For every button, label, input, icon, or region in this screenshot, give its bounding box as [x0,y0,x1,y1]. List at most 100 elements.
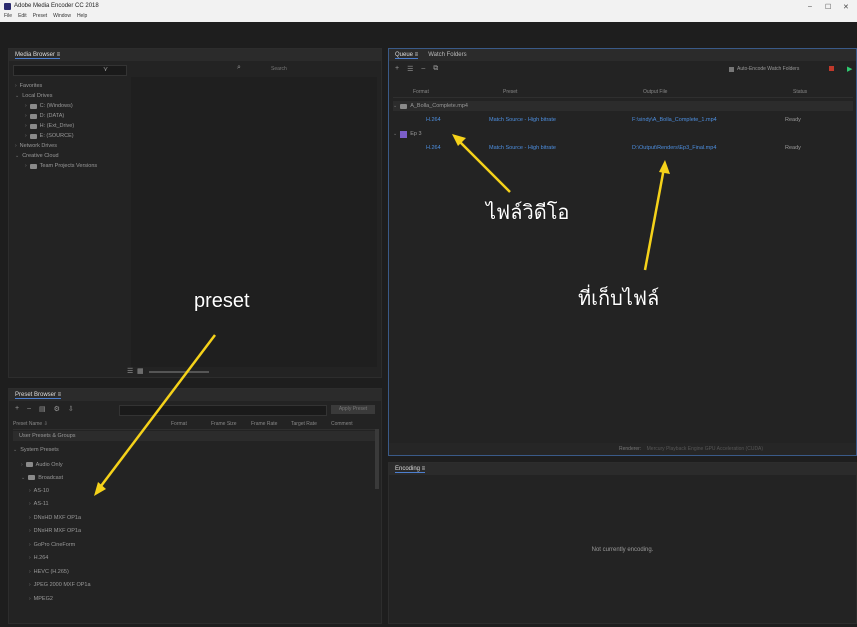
col-target-rate[interactable]: Target Rate [291,421,331,427]
minimize-button[interactable]: – [808,3,812,10]
chevron-right-icon[interactable]: › [21,462,23,468]
preset-item-row[interactable]: › DNxHD MXF OP1a [13,511,375,525]
queue-preset-link[interactable]: Match Source - High bitrate [489,145,629,151]
preset-item-row[interactable]: › MPEG2 [13,592,375,606]
chevron-down-icon[interactable]: ⌄ [15,153,19,159]
add-preset-icon[interactable]: + [15,405,19,413]
chevron-right-icon[interactable]: › [29,528,31,534]
start-queue-button[interactable]: ▶ [847,65,852,73]
chevron-down-icon[interactable]: ⌄ [393,131,397,137]
thumbnail-view-icon[interactable]: ▦ [137,367,144,375]
search-icon[interactable]: ⌕ [237,64,241,72]
preset-group-row[interactable]: ⌄ Broadcast [13,471,375,484]
queue-source-row[interactable]: ⌄ Ep 3 [393,129,853,139]
import-icon[interactable]: ⇩ [68,405,74,413]
new-group-icon[interactable]: ▤ [39,405,46,413]
media-tree-item[interactable]: › H: (Ext_Drive) [15,121,127,131]
settings-icon[interactable]: ⚙ [54,405,60,413]
chevron-right-icon[interactable]: › [29,501,31,507]
chevron-right-icon[interactable]: › [15,143,17,149]
preset-item-row[interactable]: › AS-10 [13,484,375,498]
zoom-slider[interactable] [149,371,209,373]
menu-help[interactable]: Help [77,13,87,19]
preset-group-row[interactable]: › Audio Only [13,458,375,471]
col-status[interactable]: Status [793,89,807,95]
add-source-icon[interactable]: + [395,65,399,73]
chevron-right-icon[interactable]: › [29,488,31,494]
preset-item-row[interactable]: › AS-11 [13,498,375,512]
col-frame-size[interactable]: Frame Size [211,421,251,427]
preset-item-row[interactable]: › DNxHR MXF OP1a [13,525,375,539]
media-tree-item[interactable]: ⌄ Creative Cloud [15,151,127,161]
col-frame-rate[interactable]: Frame Rate [251,421,291,427]
col-format[interactable]: Format [171,421,211,427]
chevron-down-icon[interactable]: ⌄ [21,475,25,481]
chevron-right-icon[interactable]: › [25,123,27,129]
tab-watch-folders[interactable]: Watch Folders [428,52,466,58]
menu-edit[interactable]: Edit [18,13,27,19]
queue-preset-link[interactable]: Match Source - High bitrate [489,117,629,123]
chevron-right-icon[interactable]: › [29,515,31,521]
queue-format-link[interactable]: H.264 [426,145,486,151]
preset-item-row[interactable]: › H.264 [13,552,375,566]
close-button[interactable]: ✕ [843,3,849,11]
chevron-right-icon[interactable]: › [29,542,31,548]
user-presets-row[interactable]: User Presets & Groups [13,431,375,441]
preset-item-row[interactable]: › HEVC (H.265) [13,565,375,579]
chevron-right-icon[interactable]: › [25,133,27,139]
chevron-right-icon[interactable]: › [29,582,31,588]
preset-item-row[interactable]: › GoPro CineForm [13,538,375,552]
chevron-right-icon[interactable]: › [29,596,31,602]
preset-search-input[interactable] [119,405,327,416]
queue-output-link[interactable]: D:\Output\Renders\Ep3_Final.mp4 [632,145,782,151]
tab-preset-browser[interactable]: Preset Browser ≡ [15,392,62,399]
chevron-right-icon[interactable]: › [25,103,27,109]
media-tree-item[interactable]: ⌄ Local Drives [15,91,127,101]
menu-file[interactable]: File [4,13,12,19]
tab-media-browser[interactable]: Media Browser ≡ [15,52,61,59]
remove-icon[interactable]: – [421,65,425,73]
queue-output-link[interactable]: F:\sindy\A_Bolla_Complete_1.mp4 [632,117,782,123]
chevron-right-icon[interactable]: › [15,83,17,89]
col-format[interactable]: Format [393,89,503,95]
duplicate-icon[interactable]: ⧉ [433,65,438,73]
col-preset-name[interactable]: Preset Name ⇩ [13,421,171,427]
col-preset[interactable]: Preset [503,89,643,95]
list-view-icon[interactable]: ☰ [127,367,133,375]
media-tree-item[interactable]: › D: (DATA) [15,111,127,121]
media-tree-item[interactable]: › Network Drives [15,141,127,151]
settings-icon[interactable]: ☰ [407,65,413,73]
chevron-right-icon[interactable]: › [25,163,27,169]
queue-item-row[interactable]: H.264 Match Source - High bitrate D:\Out… [393,143,853,153]
maximize-button[interactable]: ☐ [825,3,831,11]
stop-button[interactable] [829,66,834,71]
queue-item-row[interactable]: H.264 Match Source - High bitrate F:\sin… [393,115,853,125]
menu-window[interactable]: Window [53,13,71,19]
media-browser-filter[interactable] [13,65,127,76]
media-tree-item[interactable]: › Team Projects Versions [15,161,127,171]
col-output-file[interactable]: Output File [643,89,793,95]
tab-encoding[interactable]: Encoding ≡ [395,466,426,473]
tab-queue[interactable]: Queue ≡ [395,52,419,59]
chevron-right-icon[interactable]: › [29,569,31,575]
queue-source-row[interactable]: ⌄ A_Bolla_Complete.mp4 [393,101,853,111]
col-comment[interactable]: Comment [331,421,353,427]
system-presets-row[interactable]: ⌄ System Presets [13,445,375,455]
media-tree-item[interactable]: › C: (Windows) [15,101,127,111]
chevron-down-icon[interactable]: ⌄ [13,447,17,453]
menu-preset[interactable]: Preset [33,13,47,19]
chevron-right-icon[interactable]: › [25,113,27,119]
preset-item-row[interactable]: › JPEG 2000 MXF OP1a [13,579,375,593]
queue-format-link[interactable]: H.264 [426,117,486,123]
apply-preset-button[interactable]: Apply Preset [331,405,375,414]
media-tree-item[interactable]: › Favorites [15,81,127,91]
filter-icon[interactable]: ⋎ [103,65,108,73]
preset-scrollbar[interactable] [375,429,379,489]
remove-preset-icon[interactable]: – [27,405,31,413]
chevron-down-icon[interactable]: ⌄ [393,103,397,109]
renderer-select[interactable]: Mercury Playback Engine GPU Acceleration… [647,446,763,452]
chevron-down-icon[interactable]: ⌄ [15,93,19,99]
chevron-right-icon[interactable]: › [29,555,31,561]
media-search-input[interactable]: Search [271,66,287,72]
auto-encode-checkbox[interactable] [729,67,734,72]
